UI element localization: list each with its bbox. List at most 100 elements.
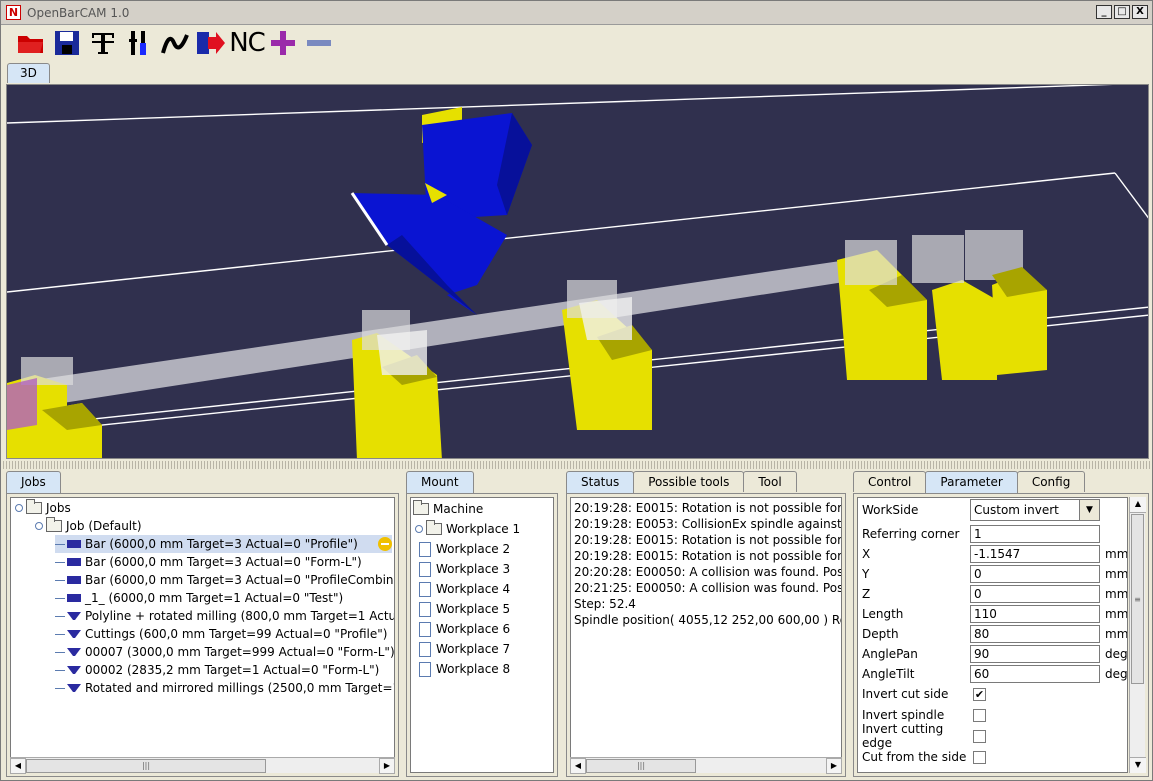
add-button[interactable]	[267, 27, 299, 59]
param-label: Invert spindle	[862, 708, 945, 722]
scroll-thumb[interactable]: |||	[26, 759, 266, 773]
checkbox[interactable]	[973, 708, 986, 722]
document-icon	[419, 621, 431, 637]
plus-icon	[271, 31, 295, 55]
tab-parameter[interactable]: Parameter	[925, 471, 1018, 493]
import-button[interactable]	[195, 27, 227, 59]
param-input[interactable]: 110	[970, 605, 1100, 623]
tree-expander-icon[interactable]	[15, 504, 23, 512]
checkbox[interactable]	[973, 729, 986, 743]
tab-control[interactable]: Control	[853, 471, 927, 492]
tree-branch-line	[55, 579, 65, 581]
maximize-button[interactable]: □	[1114, 5, 1130, 19]
tree-job-item[interactable]: 00007 (3000,0 mm Target=999 Actual=0 "Fo…	[55, 643, 394, 661]
save-button[interactable]	[51, 27, 83, 59]
scroll-up-arrow-icon[interactable]: ▲	[1130, 497, 1146, 513]
tab-mount[interactable]: Mount	[406, 471, 474, 493]
param-row: Z 0 mm	[862, 584, 1127, 604]
folder-icon	[26, 499, 42, 514]
scroll-down-arrow-icon[interactable]: ▼	[1130, 757, 1146, 773]
scroll-thumb[interactable]: ≡	[1131, 514, 1144, 684]
text-tool-icon	[92, 33, 114, 54]
param-input[interactable]: 90	[970, 645, 1100, 663]
folder-icon	[413, 500, 429, 515]
jobs-hscrollbar[interactable]: ◀ ||| ▶	[10, 757, 395, 774]
status-log[interactable]: 20:19:28: E0015: Rotation is not possibl…	[570, 497, 842, 773]
splitter-handle[interactable]	[1, 461, 1152, 469]
tree-root-machine[interactable]: Machine	[413, 500, 483, 518]
close-button[interactable]: X	[1132, 5, 1148, 19]
scroll-right-arrow-icon[interactable]: ▶	[379, 758, 395, 774]
open-folder-button[interactable]	[15, 27, 47, 59]
scroll-right-arrow-icon[interactable]: ▶	[826, 758, 842, 774]
view-tabs: 3D	[7, 63, 50, 83]
tree-workplace-item[interactable]: Workplace 4	[415, 580, 510, 598]
tree-workplace-item[interactable]: Workplace 8	[415, 660, 510, 678]
tree-branch-line	[55, 561, 65, 563]
tree-job-item[interactable]: Bar (6000,0 mm Target=3 Actual=0 "Profil…	[55, 571, 394, 589]
curve-tool-button[interactable]	[159, 27, 191, 59]
tree-job-item[interactable]: Polyline + rotated milling (800,0 mm Tar…	[55, 607, 394, 625]
param-input[interactable]: 0	[970, 565, 1100, 583]
scroll-left-arrow-icon[interactable]: ◀	[10, 758, 26, 774]
checkbox[interactable]	[973, 750, 986, 764]
tree-job-item[interactable]: Rotated and mirrored millings (2500,0 mm…	[55, 679, 395, 697]
scroll-left-arrow-icon[interactable]: ◀	[570, 758, 586, 774]
status-panel: Status Possible tools Tool 20:19:28: E0015…	[566, 471, 846, 777]
tree-workplace-item[interactable]: Workplace 6	[415, 620, 510, 638]
param-unit: deg	[1105, 647, 1128, 661]
tree-root-jobs[interactable]: Jobs	[15, 499, 71, 517]
main-toolbar: NC	[1, 25, 1152, 61]
tab-jobs[interactable]: Jobs	[6, 471, 61, 493]
tab-tool[interactable]: Tool	[743, 471, 797, 492]
chevron-down-icon[interactable]: ▼	[1079, 500, 1099, 520]
status-hscrollbar[interactable]: ◀ ||| ▶	[570, 757, 842, 774]
cutting-icon	[67, 648, 81, 656]
tree-label: Jobs	[46, 501, 71, 515]
tree-workplace-item[interactable]: Workplace 5	[415, 600, 510, 618]
workside-select[interactable]: Custom invert ▼	[970, 499, 1100, 521]
scroll-thumb[interactable]: |||	[586, 759, 696, 773]
tab-possible-tools[interactable]: Possible tools	[633, 471, 745, 492]
tree-job-item[interactable]: Bar (6000,0 mm Target=3 Actual=0 "Form-L…	[55, 553, 362, 571]
tree-workplace-item[interactable]: Workplace 1	[415, 520, 520, 538]
mount-tree[interactable]: Machine Workplace 1 Workplace 2 Workplace …	[410, 497, 554, 773]
param-label: Invert cut side	[862, 687, 949, 701]
nc-export-button[interactable]: NC	[229, 27, 266, 59]
tree-workplace-item[interactable]: Workplace 2	[415, 540, 510, 558]
param-input[interactable]: 0	[970, 585, 1100, 603]
param-unit: mm	[1105, 607, 1128, 621]
log-line: 20:21:25: E00050: A collision was found.…	[574, 581, 842, 595]
tab-3d[interactable]: 3D	[7, 63, 50, 83]
param-input[interactable]: 60	[970, 665, 1100, 683]
tree-job-item[interactable]: Bar (6000,0 mm Target=3 Actual=0 "Profil…	[55, 535, 392, 553]
param-input[interactable]: 80	[970, 625, 1100, 643]
param-input[interactable]: 1	[970, 525, 1100, 543]
parameter-panel: Control Parameter Config WorkSide Custom i…	[853, 471, 1149, 777]
minimize-button[interactable]: _	[1096, 5, 1112, 19]
title-bar[interactable]: N OpenBarCAM 1.0 _ □ X	[1, 1, 1152, 25]
tree-expander-icon[interactable]	[415, 525, 423, 533]
text-tool-button[interactable]	[87, 27, 119, 59]
tab-status[interactable]: Status	[566, 471, 635, 493]
tree-job-item[interactable]: Cuttings (600,0 mm Target=99 Actual=0 "P…	[55, 625, 387, 643]
tree-expander-icon[interactable]	[35, 522, 43, 530]
remove-button[interactable]	[303, 27, 335, 59]
param-input[interactable]: -1.1547	[970, 545, 1100, 563]
tools-button[interactable]	[123, 27, 155, 59]
param-row: X -1.1547 mm	[862, 544, 1127, 564]
3d-viewport[interactable]	[6, 84, 1149, 459]
jobs-tree[interactable]: Jobs Job (Default) Bar (6000,0 mm Target…	[10, 497, 395, 773]
param-label: Y	[862, 567, 870, 581]
parameter-vscrollbar[interactable]: ▲ ≡ ▼	[1129, 497, 1146, 773]
tree-job-default[interactable]: Job (Default)	[35, 517, 142, 535]
tree-workplace-item[interactable]: Workplace 3	[415, 560, 510, 578]
tree-label: Rotated and mirrored millings (2500,0 mm…	[85, 681, 395, 695]
checkbox[interactable]: ✔	[973, 687, 986, 701]
window-title: OpenBarCAM 1.0	[27, 5, 130, 20]
log-line: 20:19:28: E0015: Rotation is not possibl…	[574, 501, 842, 515]
tree-workplace-item[interactable]: Workplace 7	[415, 640, 510, 658]
tab-config[interactable]: Config	[1016, 471, 1086, 492]
tree-job-item[interactable]: 00002 (2835,2 mm Target=1 Actual=0 "Form…	[55, 661, 379, 679]
tree-job-item[interactable]: _1_ (6000,0 mm Target=1 Actual=0 "Test")	[55, 589, 343, 607]
